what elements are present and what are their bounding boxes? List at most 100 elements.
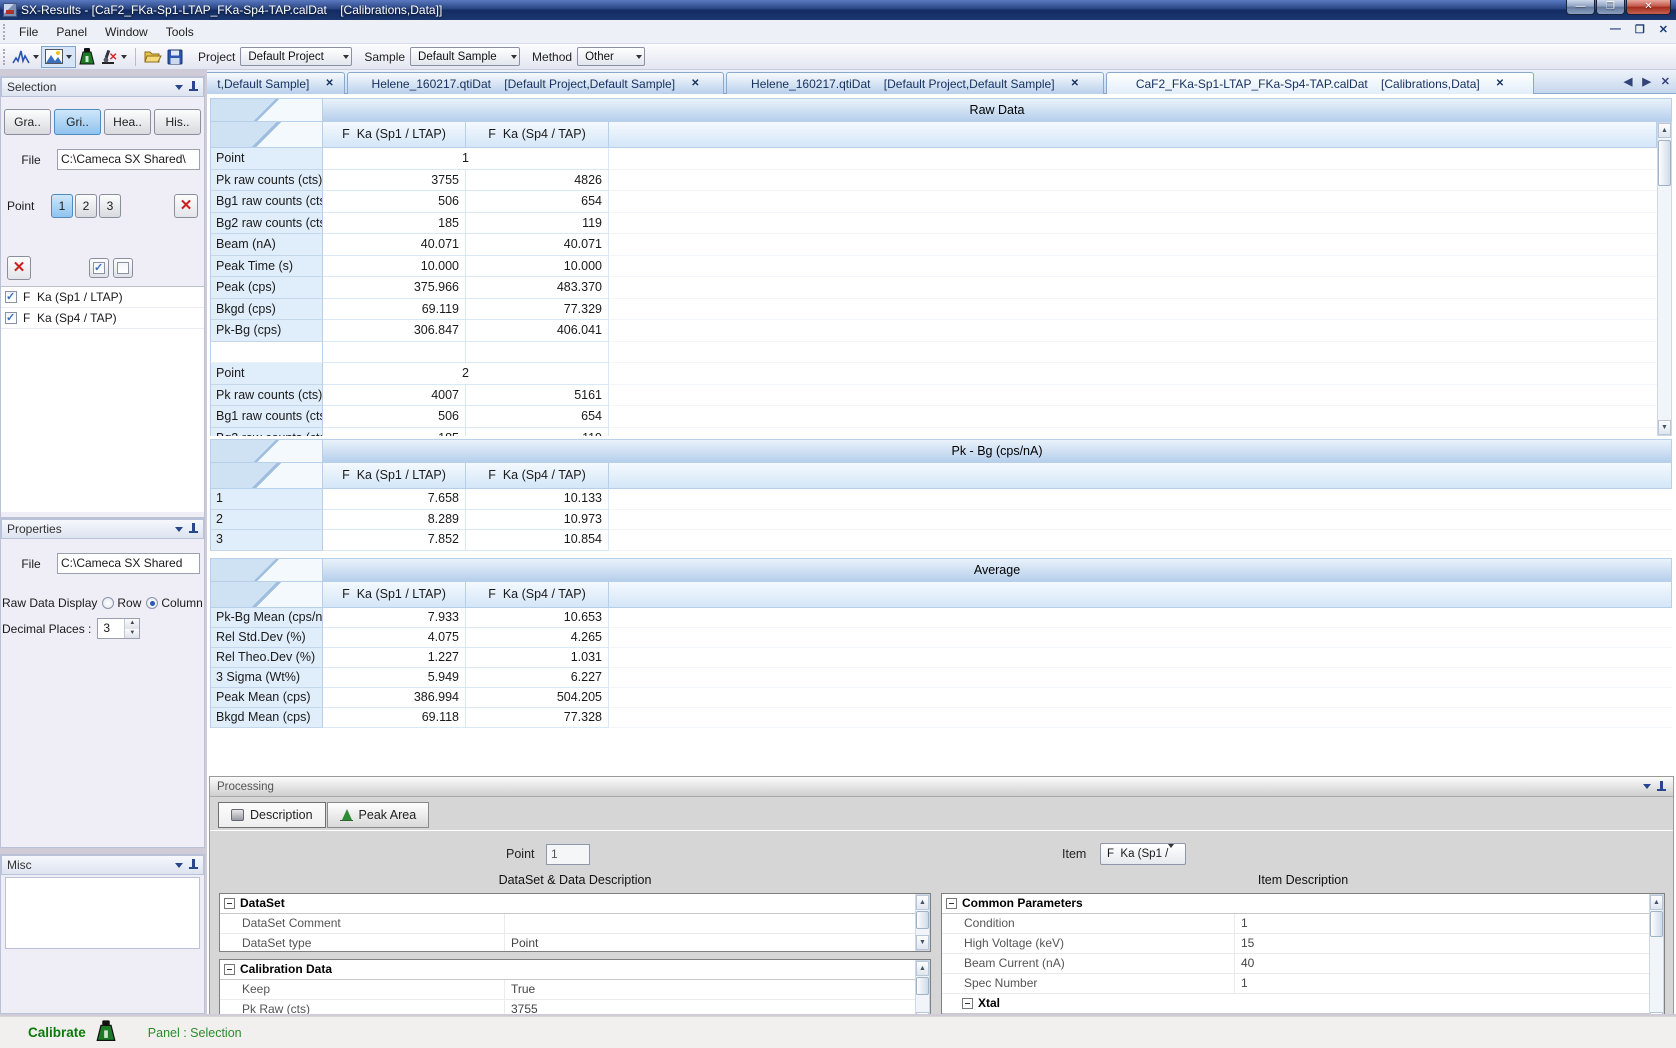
collapse-icon[interactable] (946, 898, 957, 909)
table-row[interactable]: Peak Mean (cps)386.994504.205 (210, 688, 1672, 708)
spectrum-icon[interactable] (11, 47, 31, 67)
tab-close-icon[interactable]: ✕ (1071, 78, 1079, 89)
row-radio[interactable] (102, 597, 114, 609)
scroll-up-icon[interactable]: ▲ (1658, 123, 1671, 138)
tab-close-icon[interactable]: ✕ (325, 78, 333, 89)
grid-group-row[interactable]: Xtal (942, 994, 1649, 1014)
grid-row[interactable]: High Voltage (keV)15 (942, 934, 1649, 954)
close-button[interactable]: ✕ (1626, 0, 1671, 15)
table-row[interactable]: Rel Std.Dev (%)4.0754.265 (210, 628, 1672, 648)
table-row[interactable]: Point1 (210, 148, 1657, 170)
point-button-1[interactable]: 1 (51, 194, 73, 218)
processing-tab-peak-area[interactable]: Peak Area (327, 802, 430, 828)
table-row[interactable]: 37.85210.854 (210, 530, 1672, 551)
grid-group-row[interactable]: Common Parameters (942, 894, 1649, 914)
scroll-thumb[interactable] (916, 977, 929, 995)
table-row[interactable]: Bg2 raw counts (cts)185119 (210, 428, 1657, 437)
item-grid-scrollbar[interactable]: ▲ ▼ (1649, 894, 1664, 1014)
menu-window[interactable]: Window (96, 22, 157, 42)
pin-icon[interactable] (189, 859, 198, 871)
tab-close-icon[interactable]: ✕ (1496, 78, 1504, 89)
table-row[interactable]: Pk raw counts (cts)40075161 (210, 385, 1657, 407)
mdi-minimize-icon[interactable]: — (1610, 23, 1621, 36)
table-row[interactable]: Bkgd (cps)69.11977.329 (210, 299, 1657, 321)
column-header[interactable]: F Ka (Sp4 / TAP) (466, 122, 609, 148)
save-icon[interactable] (165, 47, 185, 67)
column-header[interactable]: F Ka (Sp4 / TAP) (466, 582, 609, 608)
pin-icon[interactable] (189, 523, 198, 535)
document-tab[interactable]: t,Default Sample]✕ (207, 72, 345, 94)
grid-row[interactable]: KeepTrue (220, 980, 915, 1000)
open-file-icon[interactable] (143, 47, 163, 67)
raw-data-corner-cell[interactable] (210, 98, 323, 122)
chevron-down-icon[interactable] (175, 863, 183, 872)
raw-data-scrollbar[interactable]: ▲ ▼ (1657, 122, 1672, 436)
menu-tools[interactable]: Tools (157, 22, 203, 42)
table-row[interactable]: Pk-Bg (cps)306.847406.041 (210, 320, 1657, 342)
grid-row[interactable]: DataSet Comment (220, 914, 915, 934)
file-path-input[interactable]: C:\Cameca SX Shared\ (57, 149, 200, 170)
decimal-places-stepper[interactable]: 3 ▲▼ (97, 618, 140, 639)
processing-header[interactable]: Processing (210, 777, 1673, 797)
scroll-thumb[interactable] (916, 911, 929, 929)
chevron-down-icon[interactable] (1643, 784, 1651, 793)
scroll-up-icon[interactable]: ▲ (916, 961, 929, 976)
restore-button[interactable]: ❐ (1596, 0, 1625, 15)
grid-row[interactable]: Pk Raw (cts)3755 (220, 1000, 915, 1014)
point-button-2[interactable]: 2 (75, 194, 97, 218)
menu-file[interactable]: File (10, 22, 47, 42)
collapse-icon[interactable] (224, 964, 235, 975)
table-row[interactable]: Bkgd Mean (cps)69.11877.328 (210, 708, 1672, 728)
view-button-hea[interactable]: Hea.. (104, 109, 151, 135)
table-row[interactable]: Bg2 raw counts (cts)185119 (210, 213, 1657, 235)
scroll-up-icon[interactable]: ▲ (916, 895, 929, 910)
column-header[interactable]: F Ka (Sp1 / LTAP) (323, 122, 466, 148)
document-tab[interactable]: CaF2_FKa-Sp1-LTAP_FKa-Sp4-TAP.calDat [Ca… (1106, 72, 1534, 94)
collapse-icon[interactable] (224, 898, 235, 909)
table-row[interactable] (210, 342, 1657, 364)
microscope-dropdown-icon[interactable] (121, 55, 127, 62)
scroll-up-icon[interactable]: ▲ (1650, 895, 1663, 910)
check-all-button[interactable] (89, 258, 109, 278)
scroll-thumb[interactable] (1658, 140, 1671, 186)
column-header[interactable]: F Ka (Sp4 / TAP) (466, 463, 609, 489)
minimize-button[interactable]: — (1566, 0, 1595, 15)
table-row[interactable]: Peak (cps)375.966483.370 (210, 277, 1657, 299)
raw-data-table[interactable]: F Ka (Sp1 / LTAP)F Ka (Sp4 / TAP)Point1 P… (210, 122, 1657, 436)
grid-row[interactable]: Spec Number1 (942, 974, 1649, 994)
uncheck-all-button[interactable] (113, 258, 133, 278)
pk-bg-corner-cell[interactable] (210, 439, 323, 463)
table-row[interactable]: Bg1 raw counts (cts)506654 (210, 406, 1657, 428)
scroll-down-icon[interactable]: ▼ (916, 1012, 929, 1014)
delete-point-button[interactable]: ✕ (174, 194, 198, 218)
column-header[interactable]: F Ka (Sp1 / LTAP) (323, 463, 466, 489)
image-view-dropdown-icon[interactable] (66, 55, 72, 62)
view-button-gra[interactable]: Gra.. (4, 109, 51, 135)
table-row[interactable]: Bg1 raw counts (cts)506654 (210, 191, 1657, 213)
stepper-up-icon[interactable]: ▲ (125, 619, 139, 629)
collapse-icon[interactable] (962, 998, 973, 1009)
spectrum-dropdown-icon[interactable] (33, 55, 39, 62)
processing-tab-description[interactable]: Description (218, 802, 326, 828)
grid-group-row[interactable]: DataSet (220, 894, 915, 914)
grid-row[interactable]: DataSet typePoint (220, 934, 915, 951)
microscope-off-icon[interactable]: ✕ (99, 47, 119, 67)
table-row[interactable]: Peak Time (s)10.00010.000 (210, 256, 1657, 278)
chevron-down-icon[interactable] (175, 85, 183, 94)
checkbox-icon[interactable] (5, 312, 17, 324)
column-radio-label[interactable]: Column (161, 596, 202, 610)
grid-row[interactable]: Beam Current (nA)40 (942, 954, 1649, 974)
processing-point-input[interactable]: 1 (546, 844, 590, 865)
mdi-close-icon[interactable]: ✕ (1659, 23, 1668, 36)
table-corner-cell[interactable] (210, 463, 323, 489)
grid-row[interactable]: Condition1 (942, 914, 1649, 934)
image-view-icon[interactable] (44, 47, 64, 67)
mdi-restore-icon[interactable]: ❐ (1635, 23, 1645, 36)
properties-file-input[interactable]: C:\Cameca SX Shared (57, 553, 200, 574)
table-row[interactable]: Rel Theo.Dev (%)1.2271.031 (210, 648, 1672, 668)
chevron-down-icon[interactable] (175, 527, 183, 536)
tab-list-close-icon[interactable]: ✕ (1661, 75, 1670, 88)
table-row[interactable]: 28.28910.973 (210, 510, 1672, 531)
table-row[interactable]: 3 Sigma (Wt%)5.9496.227 (210, 668, 1672, 688)
processing-item-combo[interactable]: F Ka (Sp1 / (1100, 843, 1186, 865)
